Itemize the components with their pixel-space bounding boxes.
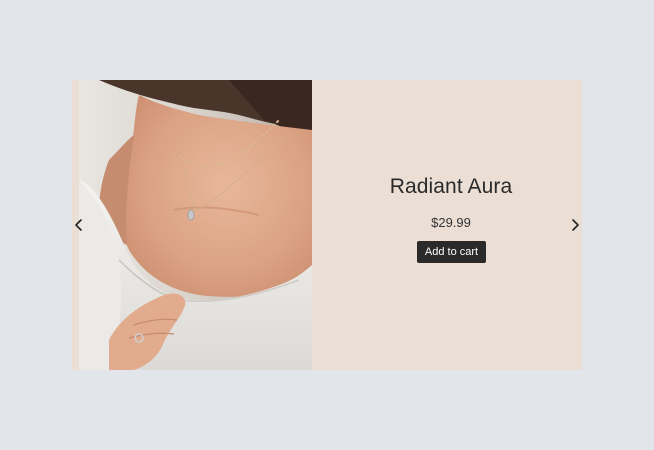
product-price: $29.99: [431, 215, 471, 230]
product-title: Radiant Aura: [389, 175, 513, 198]
product-info: Radiant Aura $29.99 Add to cart: [312, 80, 582, 370]
add-to-cart-button[interactable]: Add to cart: [417, 241, 486, 263]
chevron-left-icon: [75, 219, 82, 231]
carousel-next-button[interactable]: [568, 217, 582, 233]
product-carousel: Radiant Aura $29.99 Add to cart: [72, 80, 582, 370]
chevron-right-icon: [572, 219, 579, 231]
product-photo: [79, 80, 312, 370]
carousel-prev-button[interactable]: [72, 217, 86, 233]
